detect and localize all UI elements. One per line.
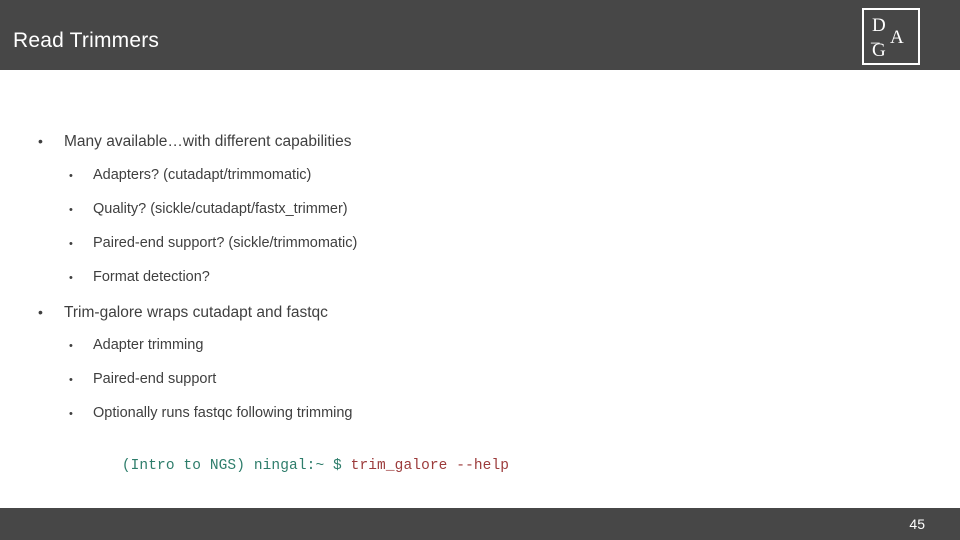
bullet-text: Many available…with different capabiliti… bbox=[64, 133, 352, 150]
dag-logo: D – A G bbox=[862, 8, 920, 65]
bullet-marker-icon: • bbox=[69, 170, 73, 182]
bullet-item-level2: • Paired-end support? (sickle/trimmomati… bbox=[69, 234, 357, 254]
slide-footer-bar: 45 bbox=[0, 508, 960, 540]
logo-letter-g: G bbox=[872, 40, 886, 61]
logo-letter-a: A bbox=[890, 27, 904, 48]
terminal-prompt: (Intro to NGS) ningal:~ $ bbox=[121, 458, 351, 474]
bullet-marker-icon: • bbox=[69, 204, 73, 216]
bullet-marker-icon: • bbox=[69, 238, 73, 250]
bullet-item-level2: • Adapter trimming bbox=[69, 336, 203, 356]
bullet-item-level2: • Format detection? bbox=[69, 268, 210, 288]
slide-body: • Many available…with different capabili… bbox=[0, 70, 960, 508]
bullet-marker-icon: • bbox=[38, 304, 43, 320]
page-number: 45 bbox=[909, 516, 925, 532]
bullet-marker-icon: • bbox=[69, 374, 73, 386]
bullet-item-level1: • Trim-galore wraps cutadapt and fastqc bbox=[38, 302, 328, 323]
terminal-command-line: (Intro to NGS) ningal:~ $ trim_galore --… bbox=[69, 438, 509, 495]
slide: Read Trimmers D – A G • Many available…w… bbox=[0, 0, 960, 540]
bullet-text: Optionally runs fastqc following trimmin… bbox=[93, 405, 353, 421]
bullet-item-level2: • Quality? (sickle/cutadapt/fastx_trimme… bbox=[69, 200, 348, 220]
bullet-text: Format detection? bbox=[93, 269, 210, 285]
terminal-command: trim_galore --help bbox=[350, 458, 510, 474]
bullet-marker-icon: • bbox=[38, 133, 43, 149]
bullet-item-level2: • Paired-end support bbox=[69, 370, 216, 390]
bullet-marker-icon: • bbox=[69, 408, 73, 420]
bullet-text: Quality? (sickle/cutadapt/fastx_trimmer) bbox=[93, 201, 348, 217]
bullet-item-level1: • Many available…with different capabili… bbox=[38, 131, 351, 152]
bullet-item-level2: • Adapters? (cutadapt/trimmomatic) bbox=[69, 166, 311, 186]
bullet-text: Adapter trimming bbox=[93, 337, 204, 353]
page-title: Read Trimmers bbox=[13, 29, 160, 52]
bullet-item-level2: • Optionally runs fastqc following trimm… bbox=[69, 404, 353, 424]
bullet-text: Paired-end support bbox=[93, 371, 217, 387]
bullet-text: Adapters? (cutadapt/trimmomatic) bbox=[93, 167, 312, 183]
bullet-marker-icon: • bbox=[69, 272, 73, 284]
bullet-marker-icon: • bbox=[69, 340, 73, 352]
bullet-text: Trim-galore wraps cutadapt and fastqc bbox=[64, 304, 328, 321]
bullet-text: Paired-end support? (sickle/trimmomatic) bbox=[93, 235, 358, 251]
